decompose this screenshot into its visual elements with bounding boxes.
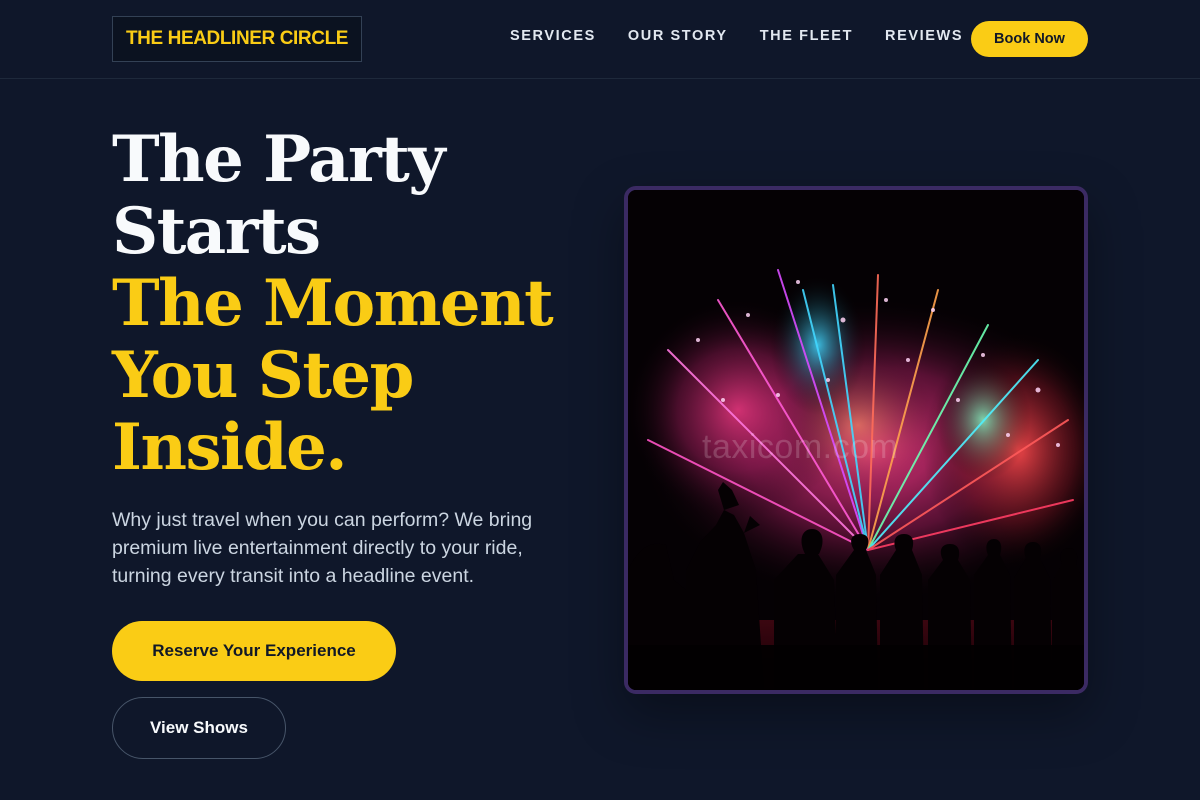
hero-description: Why just travel when you can perform? We… — [112, 509, 533, 587]
nav-reviews-link[interactable]: REVIEWS — [885, 28, 963, 44]
book-now-button[interactable]: Book Now — [971, 21, 1088, 57]
reserve-experience-button[interactable]: Reserve Your Experience — [112, 621, 396, 681]
hero-title-line-4: You Step — [112, 338, 414, 413]
hero-title-line-1: The Party — [112, 122, 446, 197]
site-header: THE HEADLINER CIRCLE SERVICES OUR STORY … — [0, 0, 1200, 79]
brand-logo[interactable]: THE HEADLINER CIRCLE — [112, 16, 362, 62]
nav-services-link[interactable]: SERVICES — [510, 28, 596, 44]
nav-our-story-link[interactable]: OUR STORY — [628, 28, 728, 44]
hero-headline: The Party Starts The Moment You Step Ins… — [112, 124, 582, 484]
hero-title-line-5: Inside. — [112, 410, 348, 485]
view-shows-button[interactable]: View Shows — [112, 697, 286, 759]
hero-title-line-3: The Moment — [112, 266, 554, 341]
hero-title-line-2: Starts — [112, 194, 321, 269]
nav-the-fleet-link[interactable]: THE FLEET — [760, 28, 853, 44]
fireworks-image: taxicom.com — [624, 186, 1088, 694]
fireworks-crowd-illustration — [628, 190, 1084, 690]
main-navigation: SERVICES OUR STORY THE FLEET REVIEWS — [510, 28, 995, 44]
